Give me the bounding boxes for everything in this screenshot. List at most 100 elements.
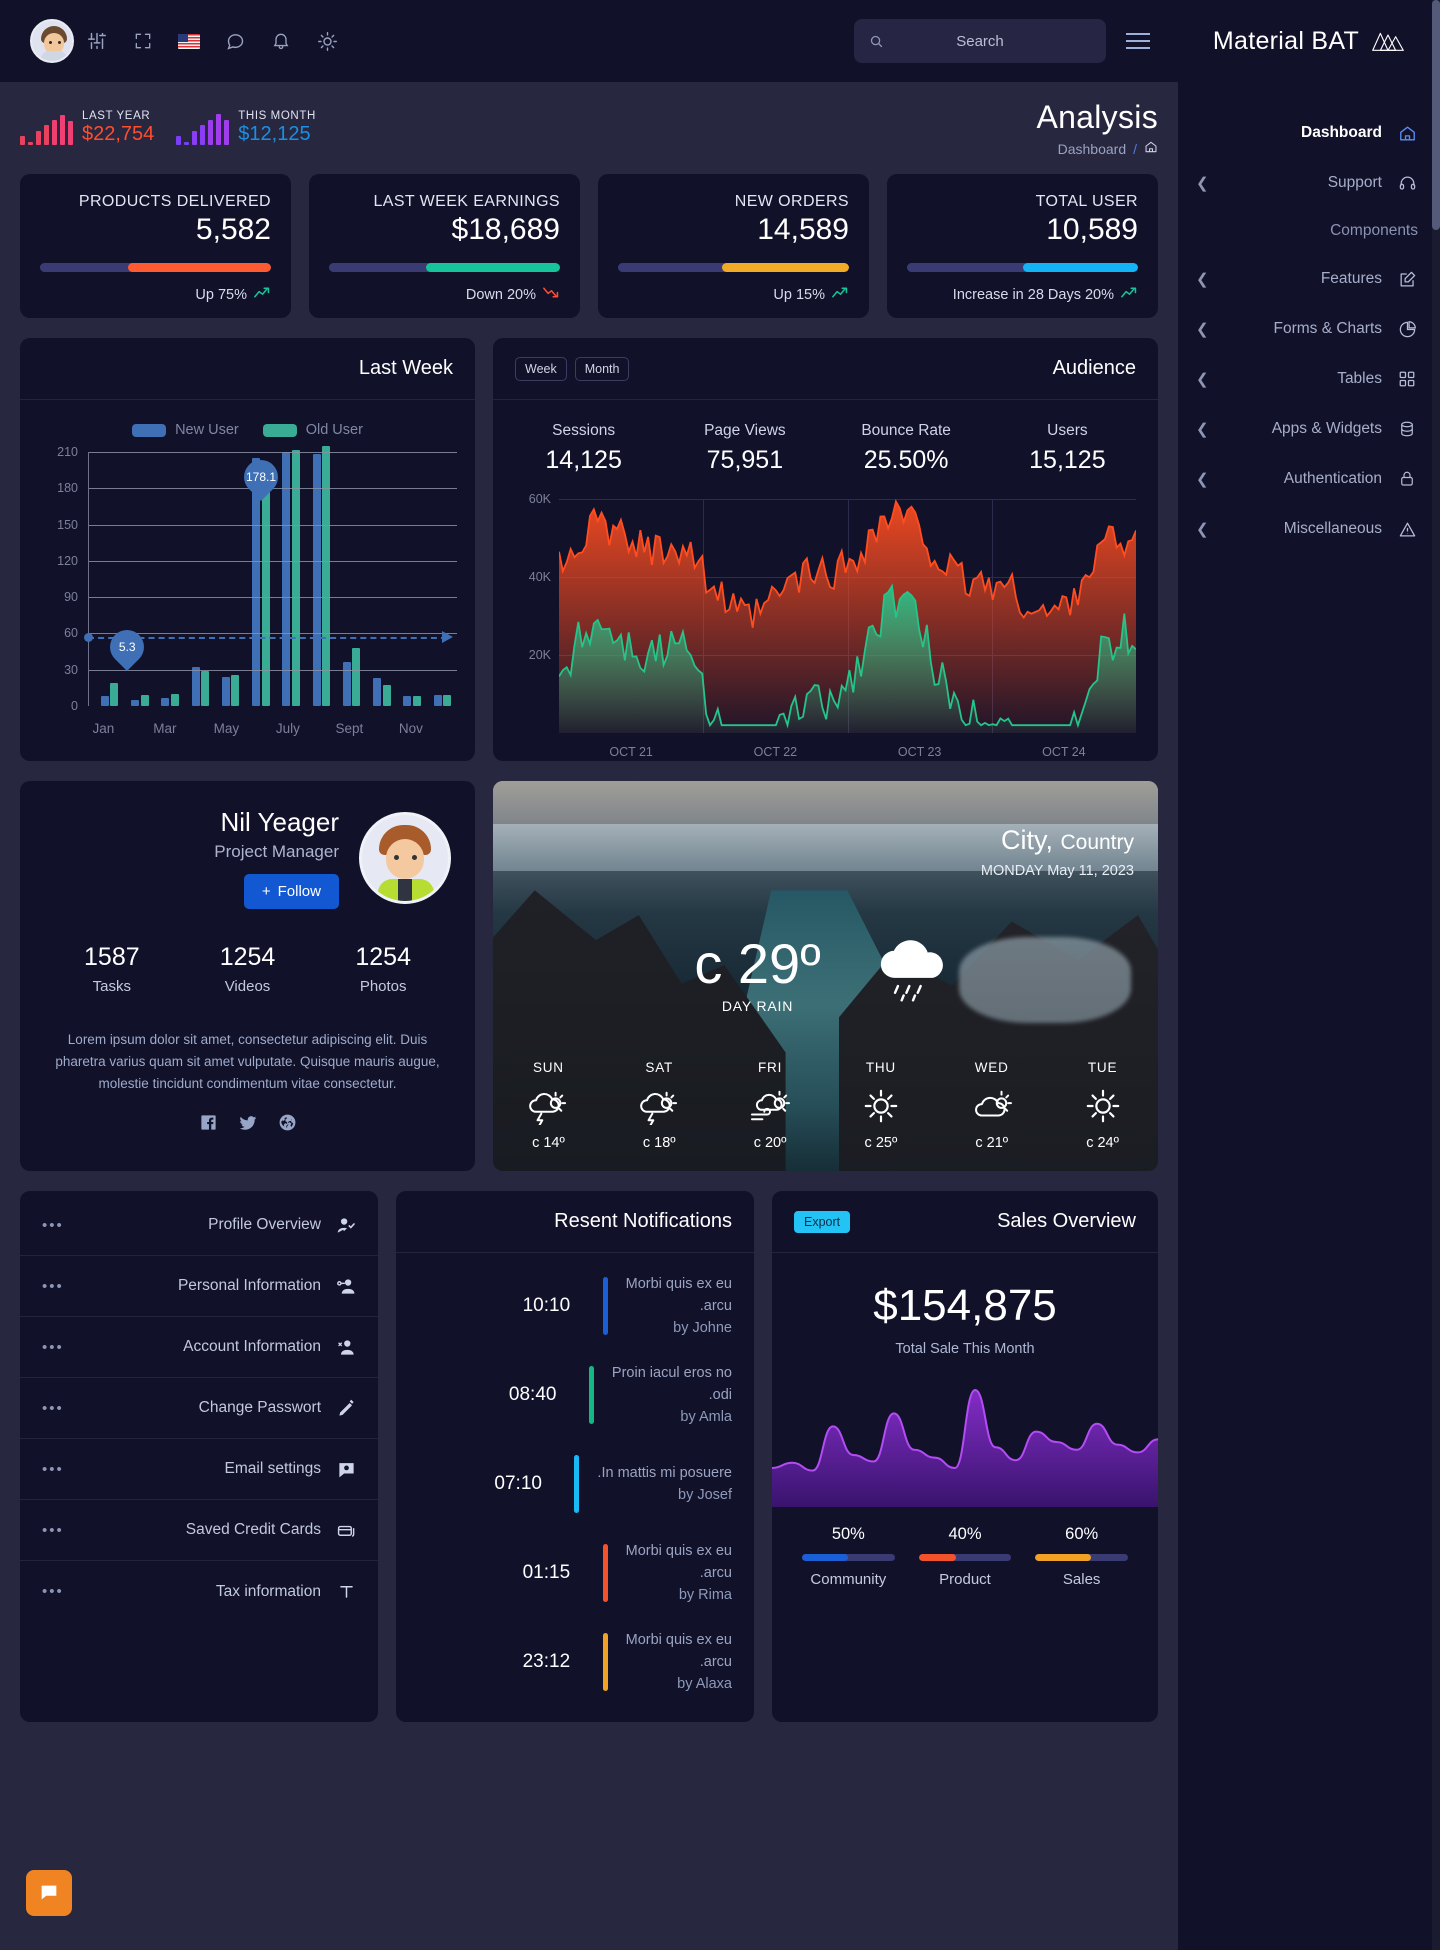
weather-forecast-day: SAT c 18º — [604, 1060, 715, 1151]
more-options-icon[interactable]: ••• — [42, 1217, 64, 1234]
globe-icon[interactable] — [278, 1113, 297, 1138]
tab-week[interactable]: Week — [515, 356, 567, 381]
notification-row[interactable]: 07:10 .In mattis mi posuere by Josef — [418, 1439, 732, 1528]
follow-label: Follow — [277, 883, 321, 900]
forecast-temp: c 18º — [642, 1135, 676, 1151]
settings-list-item[interactable]: ••• Personal Information — [20, 1256, 378, 1317]
sidebar-item-forms-charts[interactable]: ❮ Forms & Charts — [1178, 304, 1440, 354]
settings-item-label: Change Passwort — [198, 1399, 321, 1416]
notification-row[interactable]: 08:40 Proin iacul eros no .odi by Amla — [418, 1350, 732, 1439]
kpi-value: 5,582 — [195, 213, 271, 246]
notification-time: 08:40 — [508, 1383, 557, 1405]
settings-list-item[interactable]: ••• Account Information — [20, 1317, 378, 1378]
stat-label: Sessions — [552, 422, 616, 439]
bar — [443, 695, 452, 706]
sales-amount: $154,875 — [873, 1281, 1057, 1330]
text-icon — [337, 1582, 356, 1601]
search-box[interactable] — [854, 19, 1106, 63]
stat-label: Photos — [359, 978, 407, 995]
brightness-icon[interactable] — [304, 18, 350, 64]
sidebar-item-dashboard[interactable]: Dashboard — [1178, 108, 1440, 158]
bar — [312, 454, 321, 706]
chevron-left-icon: ❮ — [1196, 271, 1209, 288]
more-options-icon[interactable]: ••• — [42, 1522, 64, 1539]
y-tick: 20K — [528, 648, 551, 662]
stat-label: Tasks — [92, 978, 131, 995]
more-options-icon[interactable]: ••• — [42, 1400, 64, 1417]
kpi-value: $18,689 — [451, 213, 560, 246]
sales-metric-sales: 60% Sales — [1023, 1525, 1140, 1588]
bar-group — [367, 678, 396, 706]
sidebar-item-tables[interactable]: ❮ Tables — [1178, 354, 1440, 404]
sliders-icon[interactable] — [74, 18, 120, 64]
settings-list-item[interactable]: ••• Change Passwort — [20, 1378, 378, 1439]
threshold-line — [88, 637, 447, 639]
sidebar-item-authentication[interactable]: ❮ Authentication — [1178, 454, 1440, 504]
more-options-icon[interactable]: ••• — [42, 1461, 64, 1478]
twitter-icon[interactable] — [238, 1113, 258, 1138]
sidebar-item-label: Forms & Charts — [1273, 320, 1382, 337]
sidebar-item-miscellaneous[interactable]: ❮ Miscellaneous — [1178, 504, 1440, 554]
threshold-dot — [84, 633, 93, 642]
notification-row[interactable]: 23:12 Morbi quis ex eu .arcu by Alaxa — [418, 1617, 732, 1706]
export-button[interactable]: Export — [794, 1210, 851, 1233]
forecast-day-label: WED — [974, 1060, 1009, 1075]
search-input[interactable] — [854, 32, 1106, 50]
chat-fab-button[interactable] — [26, 1870, 72, 1916]
weather-location: City, Country MONDAY May 11, 2023 — [981, 825, 1134, 879]
settings-list-item[interactable]: ••• Tax information — [20, 1561, 378, 1622]
x-tick — [303, 721, 334, 736]
bar-group — [186, 667, 215, 706]
profile-stats: 1587 Tasks 1254 Videos 1254 Photos — [44, 943, 451, 995]
sidebar-item-support[interactable]: ❮ Support — [1178, 158, 1440, 208]
x-tick — [180, 721, 211, 736]
sidebar-item-label: Dashboard — [1301, 124, 1382, 141]
sales-header: Export Sales Overview — [772, 1191, 1158, 1253]
sidebar-item-features[interactable]: ❮ Features — [1178, 254, 1440, 304]
gridline — [89, 524, 457, 526]
bell-icon[interactable] — [258, 18, 304, 64]
kpi-card-new-orders: NEW ORDERS 14,589 Up 15% — [598, 174, 869, 318]
page-scrollbar[interactable] — [1432, 0, 1440, 1950]
more-options-icon[interactable]: ••• — [42, 1583, 64, 1600]
more-options-icon[interactable]: ••• — [42, 1278, 64, 1295]
bar-group — [398, 696, 427, 706]
fullscreen-icon[interactable] — [120, 18, 166, 64]
brand[interactable]: Material BAT — [1178, 0, 1440, 82]
sidebar-item-apps-widgets[interactable]: ❮ Apps & Widgets — [1178, 404, 1440, 454]
x-axis: OCT 21 OCT 22 OCT 23 OCT 24 — [559, 745, 1136, 759]
kpi-progress — [618, 263, 849, 272]
legend-swatch — [262, 423, 297, 437]
trend-up-icon — [254, 286, 271, 303]
bar — [322, 445, 331, 706]
tab-month[interactable]: Month — [574, 356, 630, 381]
settings-item-label: Profile Overview — [208, 1216, 321, 1233]
sparkline-this-month — [176, 111, 230, 145]
follow-button[interactable]: + Follow — [243, 874, 339, 909]
notification-row[interactable]: 10:10 Morbi quis ex eu .arcu by Johne — [418, 1261, 732, 1350]
forecast-temp: c 14º — [532, 1135, 565, 1151]
flag-icon[interactable] — [166, 18, 212, 64]
chat-icon[interactable] — [212, 18, 258, 64]
breadcrumb-item[interactable]: Dashboard — [1058, 141, 1127, 157]
sales-title: Sales Overview — [997, 1210, 1136, 1232]
home-icon[interactable] — [1144, 140, 1158, 157]
bar — [110, 683, 119, 706]
y-tick: 60K — [528, 492, 551, 506]
area-fill — [772, 1390, 1158, 1507]
bar — [191, 667, 200, 706]
avatar[interactable] — [30, 19, 74, 63]
notification-row[interactable]: 01:15 Morbi quis ex eu .arcu by Rima — [418, 1528, 732, 1617]
plus-icon: + — [261, 883, 271, 900]
weather-city: City, — [1000, 825, 1053, 855]
metric-name: Sales — [1062, 1571, 1101, 1588]
settings-list-item[interactable]: ••• Saved Credit Cards — [20, 1500, 378, 1561]
notification-time: 10:10 — [522, 1294, 571, 1316]
facebook-icon[interactable] — [199, 1113, 218, 1138]
settings-list-item[interactable]: ••• Profile Overview — [20, 1195, 378, 1256]
sales-metrics: 50% Community 40% Product 60% Sales — [772, 1507, 1158, 1610]
kpi-progress — [329, 263, 560, 272]
settings-list-item[interactable]: ••• Email settings — [20, 1439, 378, 1500]
more-options-icon[interactable]: ••• — [42, 1339, 64, 1356]
menu-toggle-button[interactable] — [1114, 17, 1162, 65]
